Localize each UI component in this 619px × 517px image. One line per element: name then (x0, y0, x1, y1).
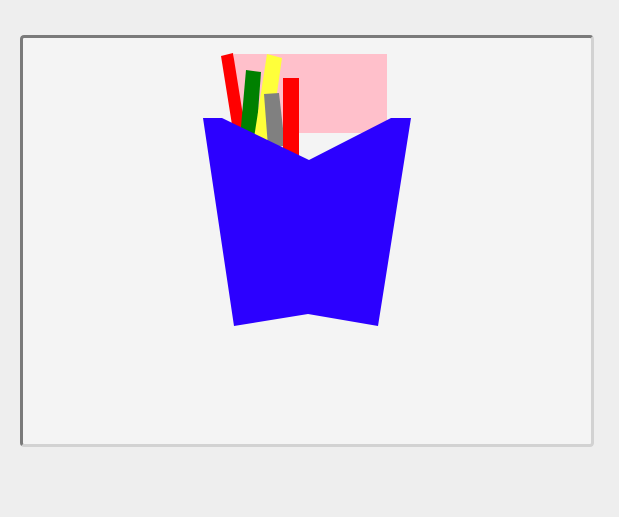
page (0, 0, 619, 517)
drawing-panel (20, 35, 594, 447)
